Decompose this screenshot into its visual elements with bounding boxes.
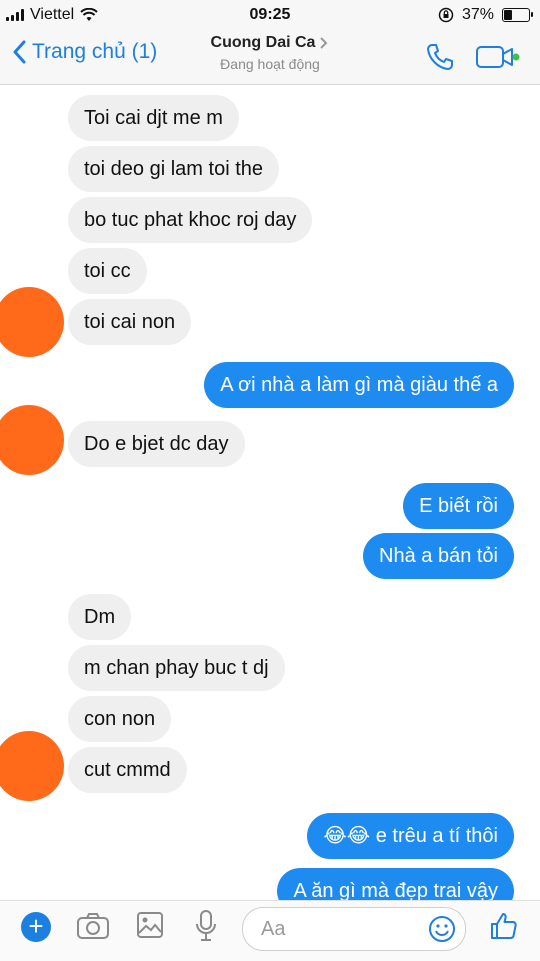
camera-icon[interactable] [76,911,110,941]
contact-name: Cuong Dai Ca [210,34,316,51]
add-button[interactable]: + [21,912,51,942]
input-placeholder: Aa [261,918,286,940]
message-incoming[interactable]: toi cai non [68,299,192,345]
message-input[interactable]: Aa [242,907,466,951]
contact-avatar[interactable] [0,287,64,357]
microphone-icon[interactable] [194,909,218,943]
message-incoming[interactable]: Dm [68,594,132,640]
message-outgoing[interactable]: A ơi nhà a làm gì mà giàu thế a [204,362,514,408]
message-incoming[interactable]: con non [68,696,172,742]
phone-call-icon[interactable] [425,42,455,72]
emoji-icon[interactable] [427,914,457,944]
contact-info[interactable]: Cuong Dai Ca Đang hoạt động [0,34,540,72]
video-call-icon[interactable] [475,44,521,70]
message-incoming[interactable]: cut cmmd [68,747,187,793]
battery-icon [502,8,533,22]
emoji: 😂😂 [323,825,371,847]
message-incoming[interactable]: Do e bjet dc day [68,421,245,467]
message-incoming[interactable]: m chan phay buc t dj [68,645,285,691]
battery-percent: 37% [461,6,494,23]
message-incoming[interactable]: toi deo gi lam toi the [68,146,279,192]
like-icon[interactable] [488,910,520,942]
contact-avatar[interactable] [0,731,64,801]
message-list[interactable]: Toi cai djt me m toi deo gi lam toi the … [0,85,540,900]
message-incoming[interactable]: toi cc [68,248,147,294]
status-bar: Viettel 09:25 37% [0,0,540,30]
message-incoming[interactable]: bo tuc phat khoc roj day [68,197,313,243]
contact-avatar[interactable] [0,405,64,475]
composer-bar: + Aa [0,900,540,961]
photo-icon[interactable] [136,911,164,939]
message-text: e trêu a tí thôi [375,825,498,847]
message-outgoing[interactable]: 😂😂 e trêu a tí thôi [307,813,514,859]
chat-header: Trang chủ (1) Cuong Dai Ca Đang hoạt độn… [0,30,540,85]
status-right: 37% [438,6,533,24]
rotation-lock-icon [438,7,454,23]
message-outgoing[interactable]: Nhà a bán tỏi [363,533,514,579]
message-outgoing[interactable]: A ăn gì mà đẹp trai vậy [277,868,514,900]
message-outgoing[interactable]: E biết rồi [403,483,514,529]
chevron-right-icon [320,37,328,49]
contact-status: Đang hoạt động [220,56,320,72]
message-incoming[interactable]: Toi cai djt me m [68,95,239,141]
